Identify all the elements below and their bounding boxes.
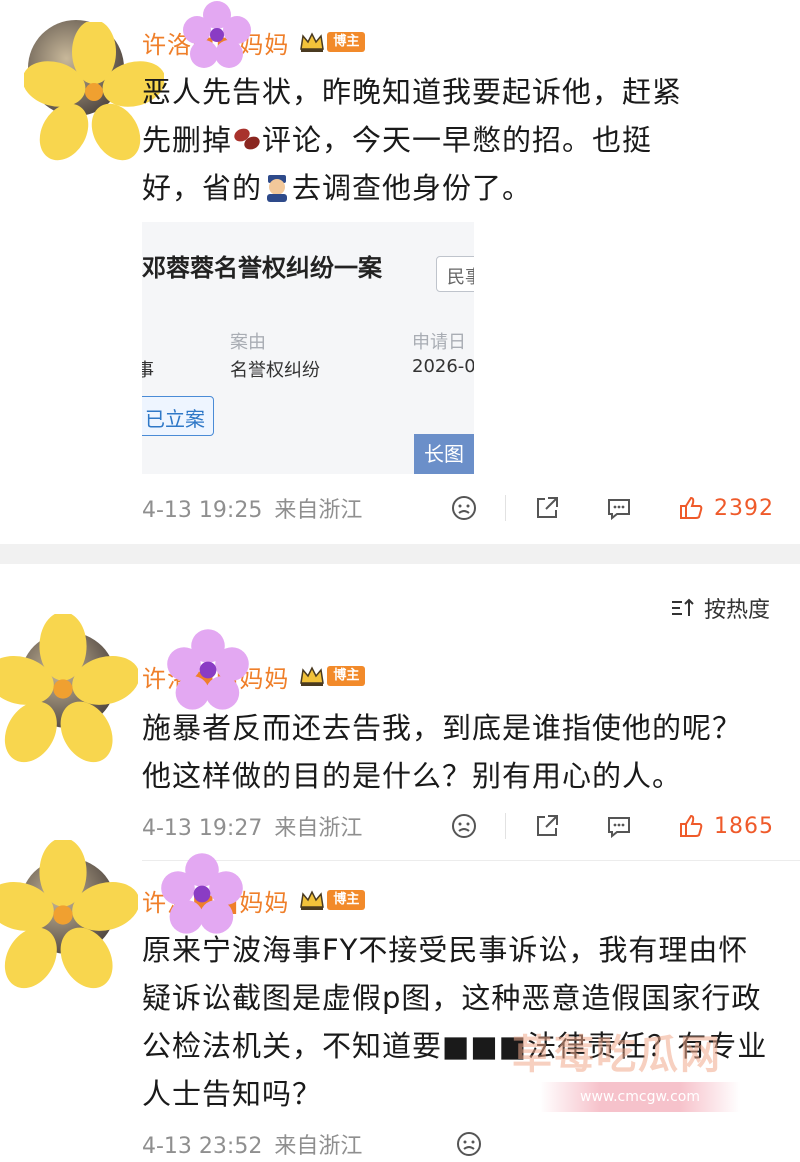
case-value-left: 事 [142,360,154,381]
watermark-url: www.cmcgw.com [540,1082,740,1112]
comment-text: 施暴者反而还去告我，到底是谁指使他的呢？他这样做的目的是什么？别有用心的人。 [142,711,743,793]
action-bar [454,1124,484,1162]
case-cause-value: 名誉权纠纷 [230,360,320,381]
timestamp: 4-13 19:25 [142,498,263,523]
share-icon[interactable] [532,493,562,523]
case-date-label: 申请日 [412,332,466,353]
action-separator [505,495,506,521]
comment-divider [142,860,800,861]
timestamp: 4-13 19:27 [142,816,263,841]
like-count: 2392 [714,495,774,521]
timestamp: 4-13 23:52 [142,1134,263,1159]
dislike-face-icon[interactable] [449,493,479,523]
dislike-face-icon[interactable] [449,811,479,841]
crown-icon [299,665,325,687]
crown-icon [299,31,325,53]
blogger-badge: 博主 [327,666,366,686]
comment-header: 许洛■■妈妈 博主 [142,883,366,918]
watermark-text: 草莓吃瓜网 [512,1032,722,1078]
comment-header: 许洛■■妈妈 博主 [142,25,366,60]
case-title: 邓蓉蓉名誉权纠纷一案 [142,254,382,282]
beans-emoji-icon [232,120,262,150]
blogger-badge: 博主 [327,890,366,910]
comment-line: 好，省的 去调查他身份了。 [142,164,782,212]
comment-icon[interactable] [604,811,634,841]
comment-meta: 4-13 23:52 来自浙江 [142,1124,774,1162]
comment-text: 恶人先告状，昨晚知道我要起诉他，赶紧 先删掉 评论，今天一早憋的招。也挺 好，省的… [142,68,782,212]
sort-icon [671,598,694,616]
comment-meta: 4-13 19:27 来自浙江 1865 [142,806,774,846]
action-separator [505,813,506,839]
like-icon[interactable] [676,493,706,523]
action-bar: 2392 [449,488,774,528]
comment-header: 许洛■■妈妈 博主 [142,659,366,694]
sort-label: 按热度 [703,598,770,623]
case-date-value: 2026-0 [412,356,474,377]
filed-status-button: 已立案 [142,396,214,436]
avatar[interactable] [28,20,124,116]
avatar[interactable] [20,632,116,728]
share-icon[interactable] [532,811,562,841]
username[interactable]: 许洛■■妈妈 [142,25,289,60]
location: 来自浙江 [274,1134,363,1159]
police-emoji-icon [262,168,292,202]
like-icon[interactable] [676,811,706,841]
blogger-badge: 博主 [327,32,366,52]
location: 来自浙江 [274,816,363,841]
case-cause-label: 案由 [230,332,266,353]
username[interactable]: 许洛■■妈妈 [142,883,289,918]
comment-icon[interactable] [604,493,634,523]
comment-meta: 4-13 19:25 来自浙江 2392 [142,488,774,528]
comment-line: 恶人先告状，昨晚知道我要起诉他，赶紧 [142,75,683,109]
location: 来自浙江 [274,498,363,523]
action-bar: 1865 [449,806,774,846]
case-tag: 民事 [436,256,474,292]
long-image-tag: 长图 [414,434,474,474]
section-divider [0,544,800,564]
comment-line: 先删掉 评论，今天一早憋的招。也挺 [142,116,782,164]
case-screenshot-image[interactable]: 邓蓉蓉名誉权纠纷一案 民事 案由 申请日 事 名誉权纠纷 2026-0 已立案 … [142,222,474,474]
username[interactable]: 许洛■■妈妈 [142,659,289,694]
sort-by-hot-button[interactable]: 按热度 [670,592,770,624]
dislike-face-icon[interactable] [454,1129,484,1159]
like-count: 1865 [714,813,774,839]
avatar[interactable] [20,858,116,954]
crown-icon [299,889,325,911]
